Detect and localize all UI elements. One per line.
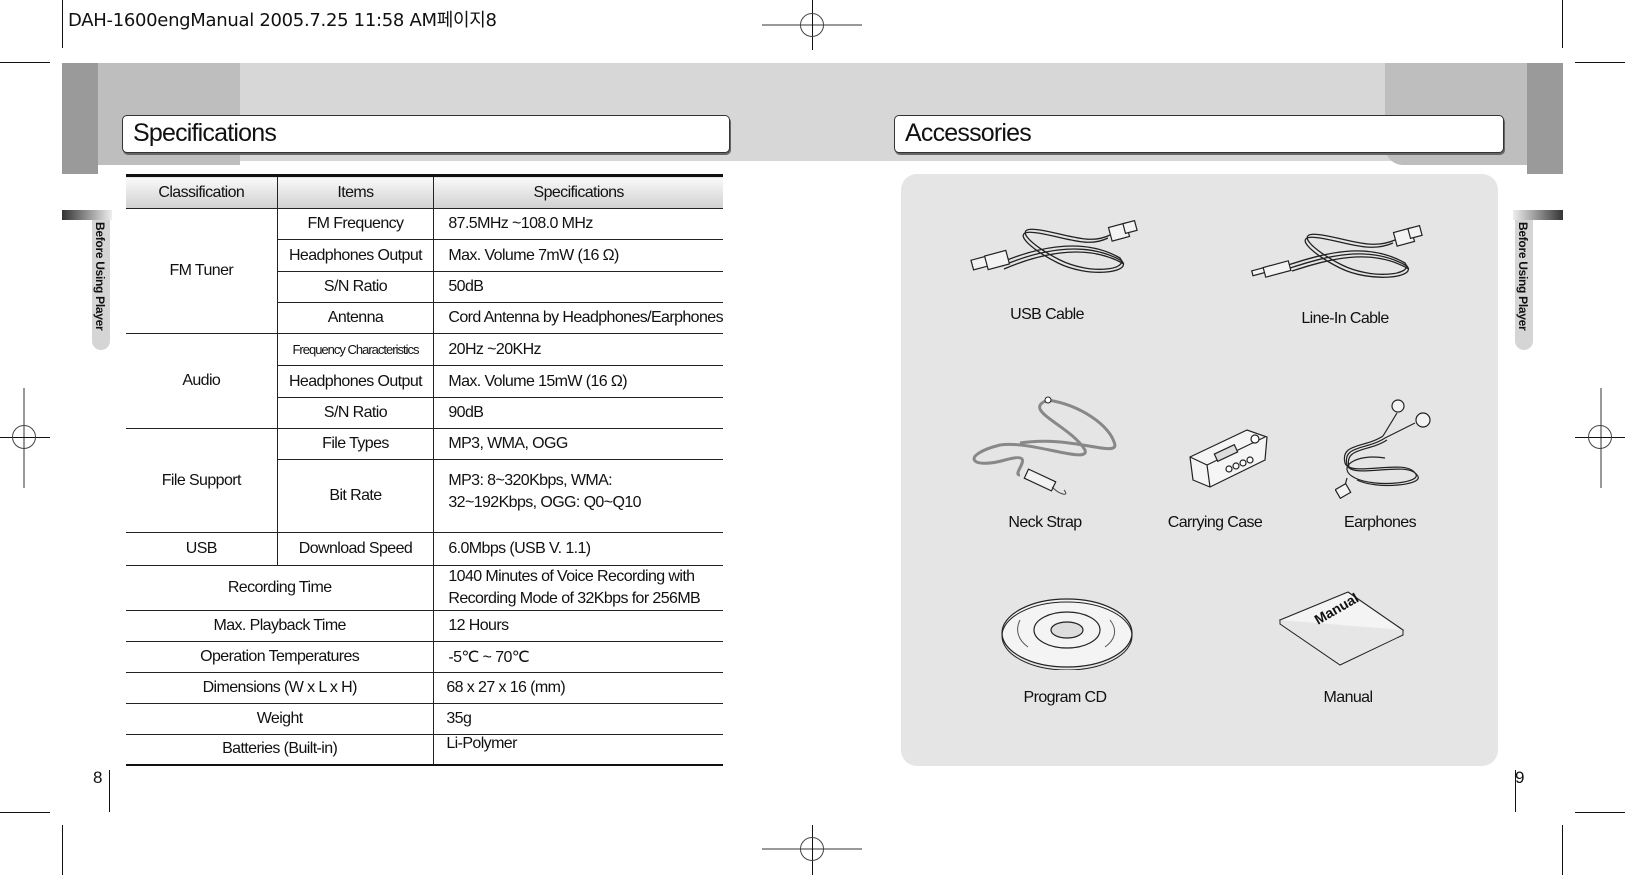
crop-mark	[62, 825, 63, 875]
spec-cell: 20Hz ~20KHz	[433, 333, 723, 366]
page-number-rule	[1515, 770, 1516, 812]
item-cell: Operation Temperatures	[126, 641, 435, 673]
item-cell: Headphones Output	[277, 239, 435, 272]
table-row: Recording Time 1040 Minutes of Voice Rec…	[126, 565, 723, 611]
classification-cell: FM Tuner	[126, 208, 278, 334]
item-cell: Batteries (Built-in)	[126, 734, 435, 766]
item-cell: Frequency Characteristics	[277, 333, 435, 366]
specifications-table: Classification Items Specifications FM T…	[126, 174, 724, 766]
header-band-right-dark	[1527, 63, 1563, 174]
crop-mark	[1562, 0, 1563, 48]
item-cell: Weight	[126, 703, 435, 735]
accessory-label: Program CD	[1023, 689, 1108, 706]
crop-mark	[0, 812, 50, 813]
carrying-case-icon	[1189, 429, 1268, 488]
manual-icon: Manual	[1278, 590, 1405, 666]
page-title-accessories: Accessories	[894, 115, 1504, 153]
spec-cell: Max. Volume 15mW (16 Ω)	[433, 365, 723, 398]
spec-cell: Max. Volume 7mW (16 Ω)	[433, 239, 723, 272]
accessory-label: Line-In Cable	[1301, 310, 1389, 327]
page-number-right: 9	[1515, 768, 1525, 787]
line-in-cable-icon	[1250, 225, 1423, 278]
table-row: File Support File Types MP3, WMA, OGG	[126, 428, 723, 533]
crop-mark	[1562, 825, 1563, 875]
side-tab-gradient	[62, 210, 112, 220]
table-row: Max. Playback Time 12 Hours	[126, 610, 723, 642]
spec-cell: 90dB	[433, 397, 723, 429]
earphones-icon	[1335, 399, 1431, 500]
usb-cable-icon	[970, 220, 1138, 273]
accessory-label: Carrying Case	[1167, 514, 1263, 531]
item-cell: FM Frequency	[277, 208, 435, 240]
spec-line: 32~192Kbps, OGG: Q0~Q10	[448, 494, 641, 511]
table-row: Weight 35g	[126, 703, 723, 735]
crop-mark	[62, 0, 63, 48]
column-header: Specifications	[433, 174, 723, 209]
table-row: Batteries (Built-in) Li-Polymer	[126, 734, 723, 766]
table-row: Dimensions (W x L x H) 68 x 27 x 16 (mm)	[126, 672, 723, 704]
spec-cell: 50dB	[433, 271, 723, 303]
registration-mark-icon	[800, 13, 824, 37]
item-cell: Dimensions (W x L x H)	[126, 672, 435, 704]
side-tab-gradient	[1513, 210, 1563, 220]
spec-cell: 68 x 27 x 16 (mm)	[433, 672, 723, 704]
accessory-label: Earphones	[1344, 514, 1417, 531]
item-cell: Headphones Output	[277, 365, 435, 398]
page-number-left: 8	[93, 768, 103, 787]
accessory-label: Neck Strap	[1008, 514, 1082, 531]
spec-cell: 6.0Mbps (USB V. 1.1)	[433, 532, 723, 566]
spec-line: 1040 Minutes of Voice Recording with	[448, 568, 695, 585]
item-cell: File Types	[277, 428, 435, 460]
table-row: Audio Frequency Characteristics 20Hz ~20…	[126, 333, 723, 429]
registration-mark-icon	[1588, 425, 1612, 449]
spec-cell: 12 Hours	[433, 610, 723, 642]
neck-strap-icon	[972, 396, 1117, 495]
table-row: USB Download Speed 6.0Mbps (USB V. 1.1)	[126, 532, 723, 566]
spec-cell: MP3: 8~320Kbps, WMA: 32~192Kbps, OGG: Q0…	[433, 459, 723, 533]
header-band-left-dark	[62, 63, 98, 174]
spec-cell: Li-Polymer	[433, 734, 723, 766]
column-header: Classification	[126, 174, 278, 209]
accessory-label: USB Cable	[1010, 306, 1084, 323]
spec-cell: 35g	[433, 703, 723, 735]
item-cell: Recording Time	[126, 565, 435, 611]
spec-cell: Cord Antenna by Headphones/Earphones	[433, 302, 724, 334]
print-header: DAH-1600engManual 2005.7.25 11:58 AM페이지8	[68, 10, 497, 31]
item-cell: S/N Ratio	[277, 271, 435, 303]
program-cd-icon	[1001, 598, 1133, 670]
registration-mark-icon	[800, 837, 824, 861]
spec-cell: 87.5MHz ~108.0 MHz	[433, 208, 723, 240]
item-cell: Bit Rate	[277, 459, 435, 533]
crop-mark	[1575, 812, 1625, 813]
item-cell: Max. Playback Time	[126, 610, 435, 642]
classification-cell: USB	[126, 532, 278, 566]
side-tab-label: Before Using Player	[93, 222, 107, 331]
item-cell: Antenna	[277, 302, 435, 334]
side-tab-label: Before Using Player	[1516, 222, 1530, 331]
classification-cell: File Support	[126, 428, 278, 533]
spec-cell: 1040 Minutes of Voice Recording with Rec…	[433, 565, 723, 611]
table-row: FM Tuner FM Frequency 87.5MHz ~108.0 MHz	[126, 208, 723, 334]
column-header: Items	[277, 174, 435, 209]
spec-line: Recording Mode of 32Kbps for 256MB	[448, 590, 701, 607]
item-cell: S/N Ratio	[277, 397, 435, 429]
classification-cell: Audio	[126, 333, 278, 429]
crop-mark	[1575, 62, 1625, 63]
item-cell: Download Speed	[277, 532, 435, 566]
spec-cell: MP3, WMA, OGG	[433, 428, 723, 460]
table-row: Operation Temperatures -5℃ ~ 70℃	[126, 641, 723, 673]
accessory-label: Manual	[1323, 689, 1373, 706]
spec-cell: -5℃ ~ 70℃	[433, 641, 723, 673]
crop-mark	[0, 62, 50, 63]
page-title-specifications: Specifications	[122, 115, 730, 153]
spec-line: MP3: 8~320Kbps, WMA:	[448, 472, 612, 489]
page-number-rule	[109, 770, 110, 812]
registration-mark-icon	[12, 425, 36, 449]
table-header-row: Classification Items Specifications	[126, 174, 723, 209]
